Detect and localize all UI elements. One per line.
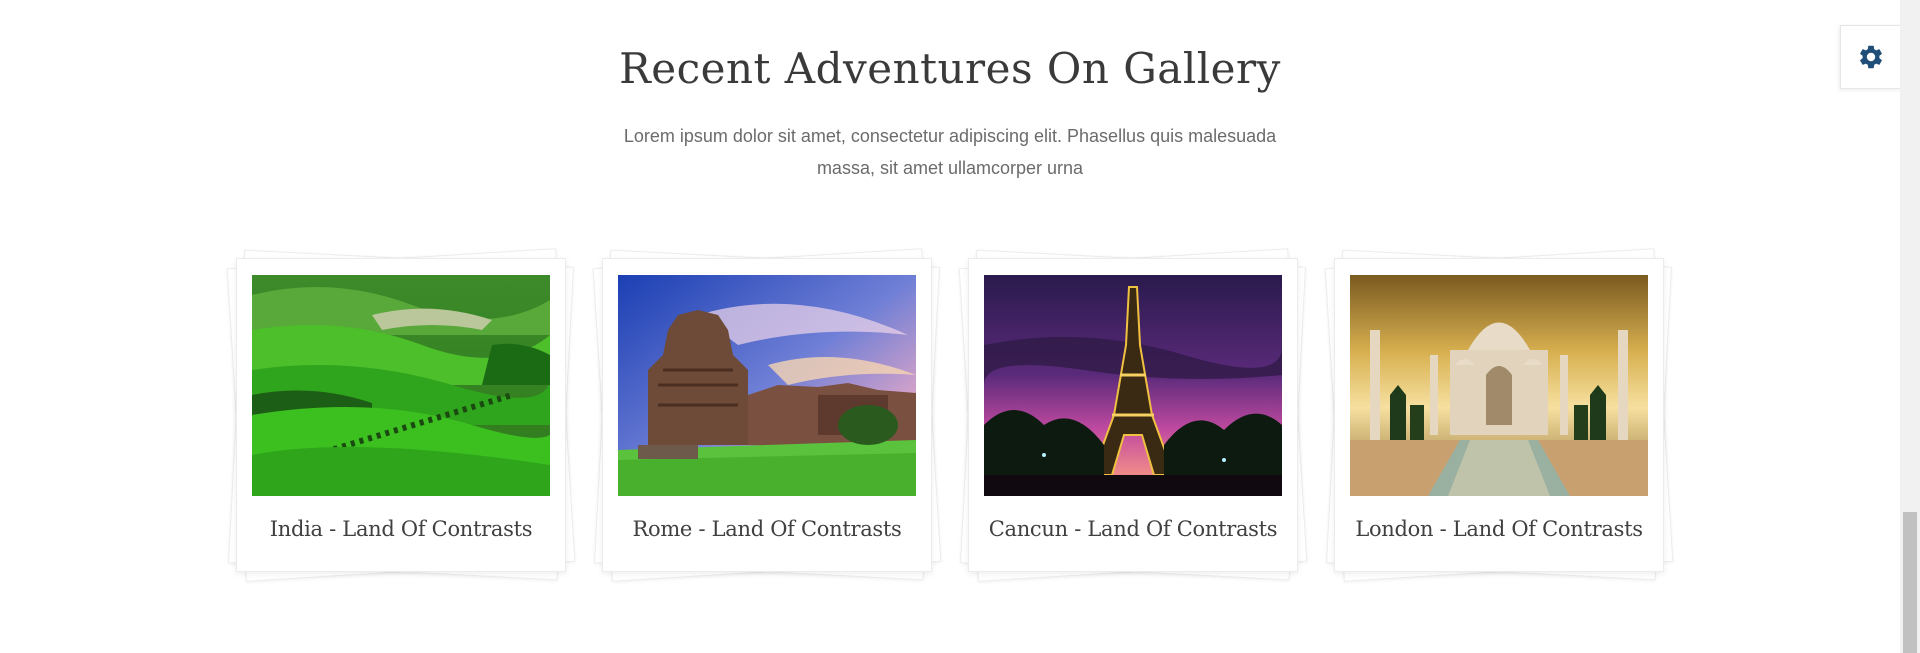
gallery-card[interactable]: Rome - Land Of Contrasts	[592, 248, 942, 582]
card-paper: Rome - Land Of Contrasts	[602, 258, 932, 572]
gallery-grid: India - Land Of Contrasts Rome - Land Of…	[226, 248, 1674, 582]
gallery-caption[interactable]: London - Land Of Contrasts	[1335, 517, 1663, 541]
scrollbar-thumb[interactable]	[1903, 512, 1917, 653]
subtitle-line-2: massa, sit amet ullamcorper urna	[816, 158, 1084, 178]
gallery-card[interactable]: India - Land Of Contrasts	[226, 248, 576, 582]
section-subtitle: Lorem ipsum dolor sit amet, consectetur …	[610, 120, 1290, 184]
section-title: Recent Adventures On Gallery	[619, 44, 1281, 93]
gallery-card[interactable]: London - Land Of Contrasts	[1324, 248, 1674, 582]
gallery-caption[interactable]: Cancun - Land Of Contrasts	[969, 517, 1297, 541]
gallery-image-temple[interactable]	[618, 275, 916, 496]
gallery-card[interactable]: Cancun - Land Of Contrasts	[958, 248, 1308, 582]
page: Recent Adventures On Gallery Lorem ipsum…	[0, 0, 1920, 653]
gallery-image-green-hills[interactable]	[252, 275, 550, 496]
card-paper: India - Land Of Contrasts	[236, 258, 566, 572]
card-paper: London - Land Of Contrasts	[1334, 258, 1664, 572]
subtitle-line-1: Lorem ipsum dolor sit amet, consectetur …	[623, 126, 1277, 146]
page-scrollbar[interactable]	[1900, 0, 1920, 653]
gallery-caption[interactable]: India - Land Of Contrasts	[237, 517, 565, 541]
gallery-image-eiffel-tower[interactable]	[984, 275, 1282, 496]
gear-icon	[1860, 45, 1882, 69]
gallery-caption[interactable]: Rome - Land Of Contrasts	[603, 517, 931, 541]
gallery-image-taj-mahal[interactable]	[1350, 275, 1648, 496]
card-paper: Cancun - Land Of Contrasts	[968, 258, 1298, 572]
settings-button[interactable]	[1840, 25, 1901, 89]
